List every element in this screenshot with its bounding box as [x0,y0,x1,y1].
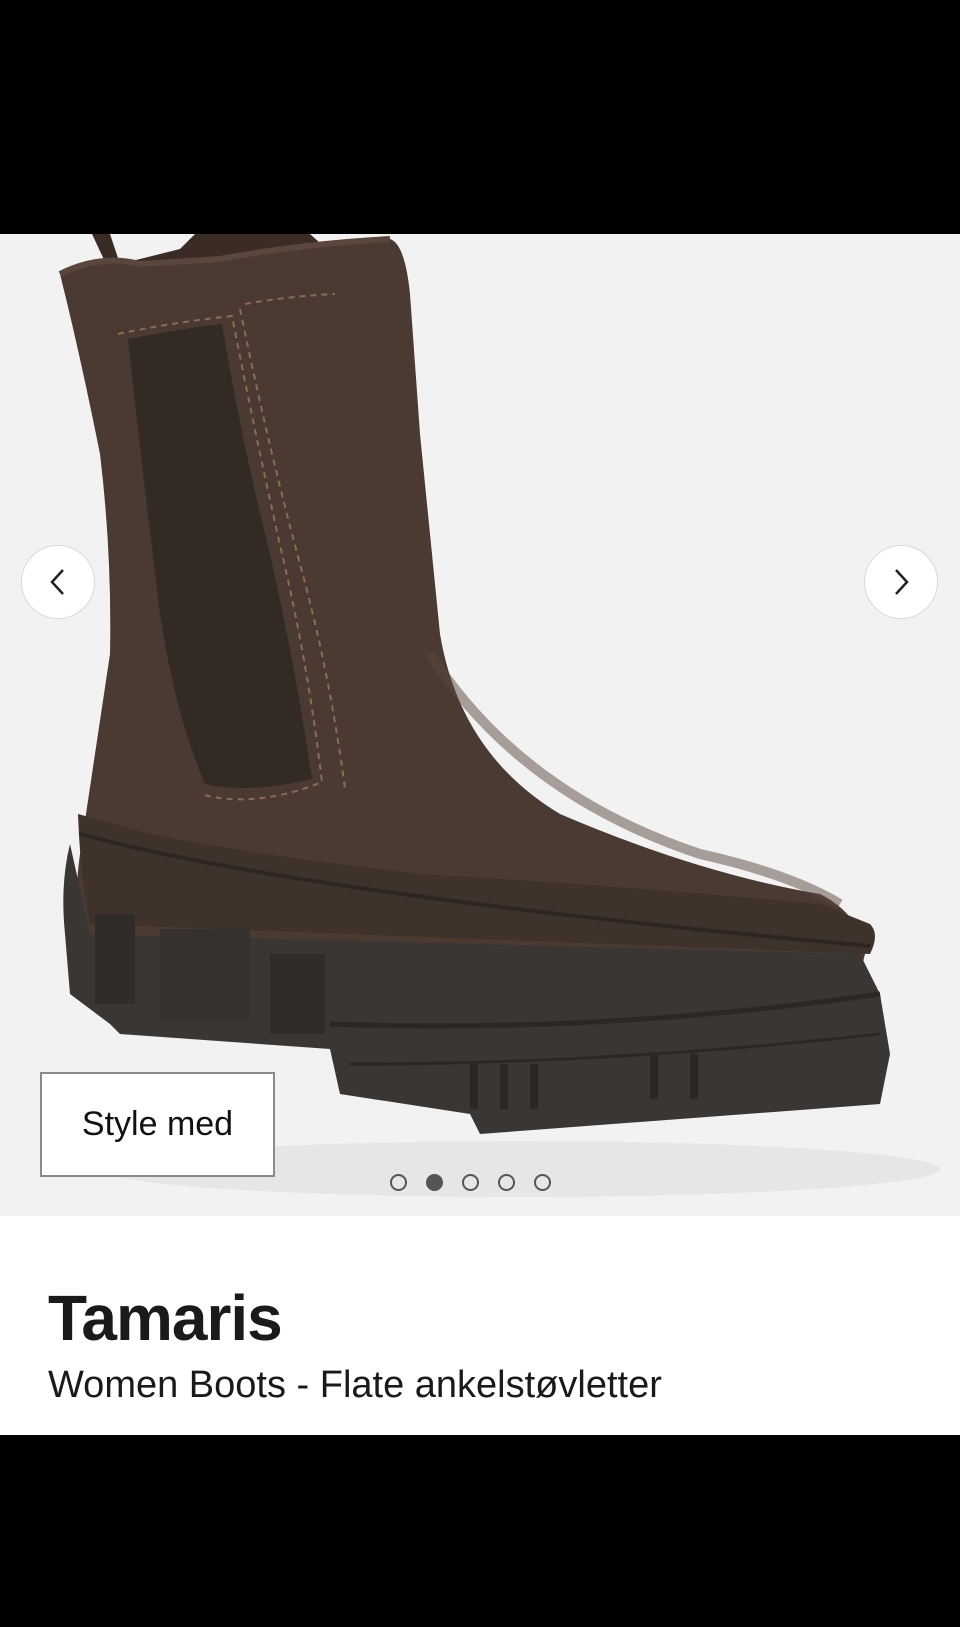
previous-image-button[interactable] [21,545,95,619]
product-info: Tamaris Women Boots - Flate ankelstøvlet… [0,1216,960,1435]
product-brand[interactable]: Tamaris [48,1286,283,1350]
pagination-dot-1[interactable] [390,1174,407,1191]
pagination-dot-4[interactable] [498,1174,515,1191]
product-boot-image [58,234,940,1197]
pagination-dot-2-active[interactable] [426,1174,443,1191]
product-image-gallery[interactable]: Style med [0,234,960,1216]
chevron-left-icon [50,569,64,595]
bottom-black-bar [0,1435,960,1627]
pagination-dot-5[interactable] [534,1174,551,1191]
style-with-button[interactable]: Style med [40,1072,275,1177]
image-pagination-dots [390,1174,551,1191]
pagination-dot-3[interactable] [462,1174,479,1191]
next-image-button[interactable] [864,545,938,619]
chevron-right-icon [895,569,909,595]
product-name: Women Boots - Flate ankelstøvletter [48,1364,662,1406]
top-black-bar [0,0,960,234]
